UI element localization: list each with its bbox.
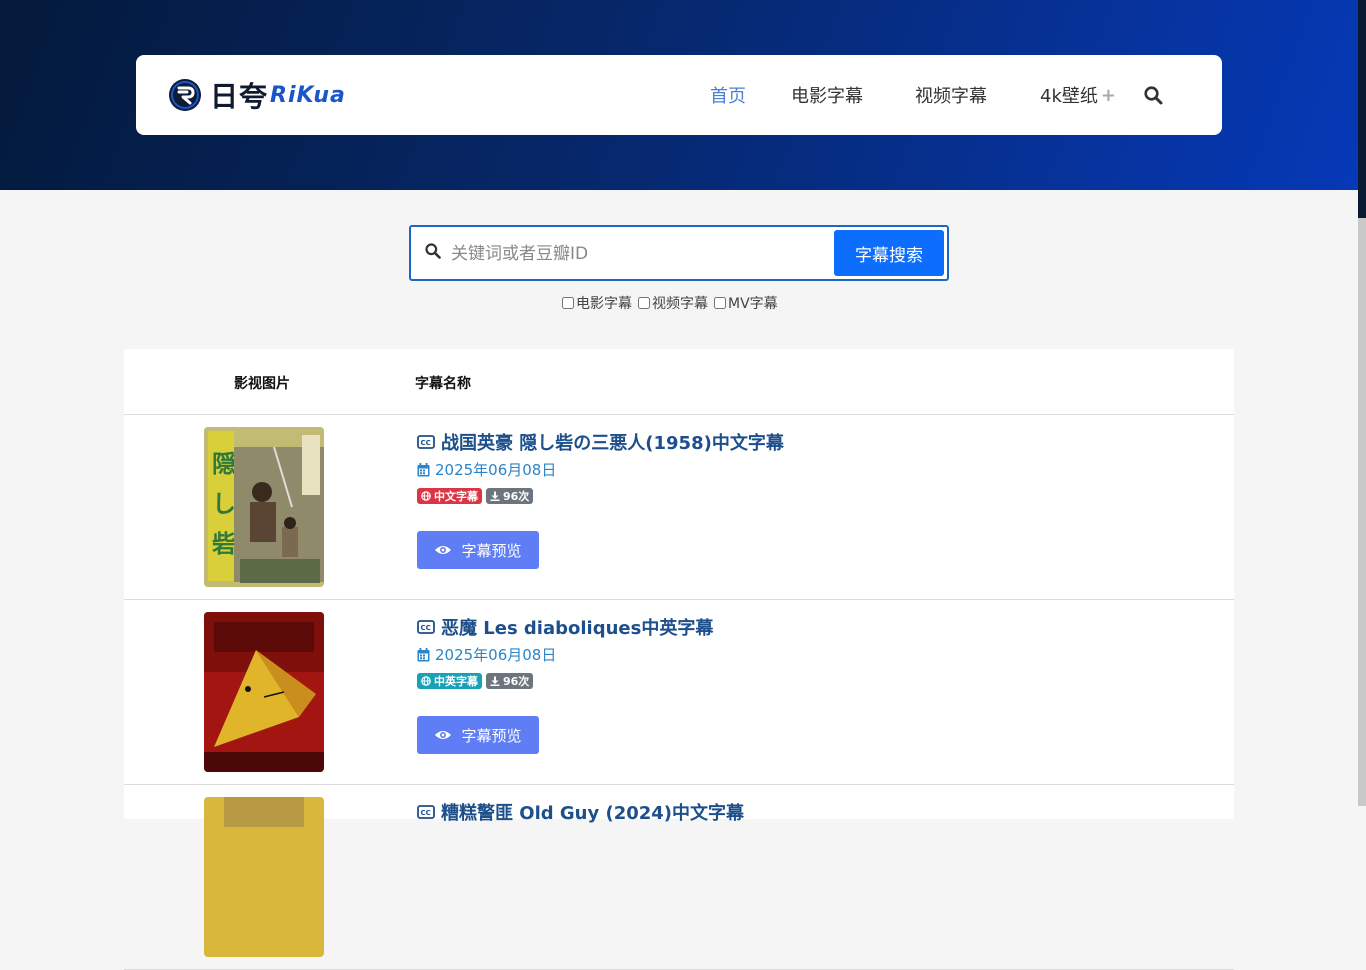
filter-movie-label: 电影字幕 bbox=[576, 296, 632, 312]
nav-4k-wallpaper[interactable]: 4k壁纸 + bbox=[1040, 55, 1116, 135]
calendar-icon bbox=[417, 462, 430, 476]
preview-label: 字幕预览 bbox=[461, 541, 522, 560]
svg-text:CC: CC bbox=[421, 439, 431, 447]
preview-label: 字幕预览 bbox=[461, 726, 522, 745]
closed-caption-icon: CC bbox=[417, 620, 435, 634]
closed-caption-icon: CC bbox=[417, 435, 435, 449]
svg-text:砦: 砦 bbox=[212, 529, 236, 558]
table-row: CC 恶魔 Les diaboliques中英字幕 2025年06月08日 中英… bbox=[124, 600, 1234, 785]
download-count-badge: 96次 bbox=[486, 488, 534, 504]
movie-poster[interactable] bbox=[204, 797, 324, 957]
filter-movie-checkbox[interactable] bbox=[562, 297, 574, 309]
poster-image bbox=[204, 612, 324, 772]
svg-text:CC: CC bbox=[421, 809, 431, 817]
filter-video-label: 视频字幕 bbox=[652, 296, 708, 312]
search-filters: 电影字幕 视频字幕 MV字幕 bbox=[560, 293, 782, 313]
calendar-icon bbox=[417, 647, 430, 661]
search-icon bbox=[425, 243, 441, 259]
table-row: CC 糟糕警匪 Old Guy (2024)中文字幕 bbox=[124, 785, 1234, 970]
table-header: 影视图片 字幕名称 bbox=[124, 349, 1234, 415]
scrollbar-thumb[interactable] bbox=[1358, 0, 1366, 218]
site-logo[interactable]: 日夸 RiKua bbox=[168, 77, 346, 113]
date-text: 2025年06月08日 bbox=[435, 461, 557, 479]
logo-text-en: RiKua bbox=[270, 82, 346, 108]
movie-poster[interactable]: 隠 し 砦 bbox=[204, 427, 324, 587]
globe-icon bbox=[421, 676, 431, 686]
filter-movie[interactable]: 电影字幕 bbox=[560, 293, 632, 313]
closed-caption-icon: CC bbox=[417, 805, 435, 819]
filter-mv[interactable]: MV字幕 bbox=[712, 293, 778, 313]
navbar: 日夸 RiKua 首页 电影字幕 视频字幕 4k壁纸 + bbox=[136, 55, 1222, 135]
subtitle-title-link[interactable]: CC 糟糕警匪 Old Guy (2024)中文字幕 bbox=[417, 799, 744, 825]
publish-date: 2025年06月08日 bbox=[417, 459, 556, 480]
eye-icon bbox=[435, 546, 452, 554]
subtitle-title: 恶魔 Les diaboliques中英字幕 bbox=[441, 618, 714, 639]
download-icon bbox=[490, 491, 500, 501]
logo-text-cn: 日夸 bbox=[210, 80, 269, 113]
language-badge-label: 中英字幕 bbox=[434, 675, 478, 688]
search-icon bbox=[1144, 85, 1163, 104]
nav-movie-subtitles[interactable]: 电影字幕 bbox=[791, 55, 863, 135]
subtitle-table: 影视图片 字幕名称 隠 し 砦 CC 战国英豪 隠し砦の三悪人(1958)中文字… bbox=[124, 349, 1234, 970]
filter-video[interactable]: 视频字幕 bbox=[636, 293, 708, 313]
nav-video-subtitles[interactable]: 视频字幕 bbox=[915, 55, 987, 135]
movie-poster[interactable] bbox=[204, 612, 324, 772]
date-text: 2025年06月08日 bbox=[435, 646, 557, 664]
badge-group: 中英字幕 96次 bbox=[417, 673, 537, 689]
download-icon bbox=[490, 676, 500, 686]
scrollbar-track-lower bbox=[1358, 218, 1366, 806]
poster-image: 隠 し 砦 bbox=[204, 427, 324, 587]
nav-4k-label: 4k壁纸 bbox=[1040, 86, 1098, 107]
publish-date: 2025年06月08日 bbox=[417, 644, 556, 665]
svg-text:CC: CC bbox=[421, 624, 431, 632]
language-badge: 中英字幕 bbox=[417, 673, 482, 689]
search-field-icon bbox=[425, 243, 441, 263]
filter-video-checkbox[interactable] bbox=[638, 297, 650, 309]
subtitle-preview-button[interactable]: 字幕预览 bbox=[417, 531, 539, 569]
badge-group: 中文字幕 96次 bbox=[417, 488, 537, 504]
page-scrollbar[interactable] bbox=[1358, 0, 1366, 806]
subtitle-title: 糟糕警匪 Old Guy (2024)中文字幕 bbox=[441, 803, 745, 824]
subtitle-search-button[interactable]: 字幕搜索 bbox=[834, 230, 944, 276]
subtitle-preview-button[interactable]: 字幕预览 bbox=[417, 716, 539, 754]
table-row: 隠 し 砦 CC 战国英豪 隠し砦の三悪人(1958)中文字幕 2025年06月… bbox=[124, 415, 1234, 600]
subtitle-title: 战国英豪 隠し砦の三悪人(1958)中文字幕 bbox=[441, 433, 784, 454]
svg-text:し: し bbox=[212, 489, 236, 518]
download-count: 96次 bbox=[503, 675, 530, 688]
search-input[interactable] bbox=[449, 235, 833, 273]
poster-image bbox=[204, 797, 324, 957]
download-count: 96次 bbox=[503, 490, 530, 503]
svg-text:隠: 隠 bbox=[212, 449, 236, 478]
column-header-name: 字幕名称 bbox=[415, 376, 471, 392]
download-count-badge: 96次 bbox=[486, 673, 534, 689]
nav-home[interactable]: 首页 bbox=[710, 55, 746, 135]
filter-mv-label: MV字幕 bbox=[728, 296, 778, 312]
plus-icon: + bbox=[1100, 84, 1116, 106]
globe-icon bbox=[421, 491, 431, 501]
column-header-image: 影视图片 bbox=[234, 376, 290, 392]
subtitle-title-link[interactable]: CC 战国英豪 隠し砦の三悪人(1958)中文字幕 bbox=[417, 429, 784, 455]
filter-mv-checkbox[interactable] bbox=[714, 297, 726, 309]
logo-r-icon bbox=[169, 79, 201, 111]
nav-search-button[interactable] bbox=[1144, 55, 1163, 135]
subtitle-title-link[interactable]: CC 恶魔 Les diaboliques中英字幕 bbox=[417, 614, 713, 640]
language-badge-label: 中文字幕 bbox=[434, 490, 478, 503]
language-badge: 中文字幕 bbox=[417, 488, 482, 504]
eye-icon bbox=[435, 731, 452, 739]
search-form: 字幕搜索 bbox=[409, 225, 949, 281]
